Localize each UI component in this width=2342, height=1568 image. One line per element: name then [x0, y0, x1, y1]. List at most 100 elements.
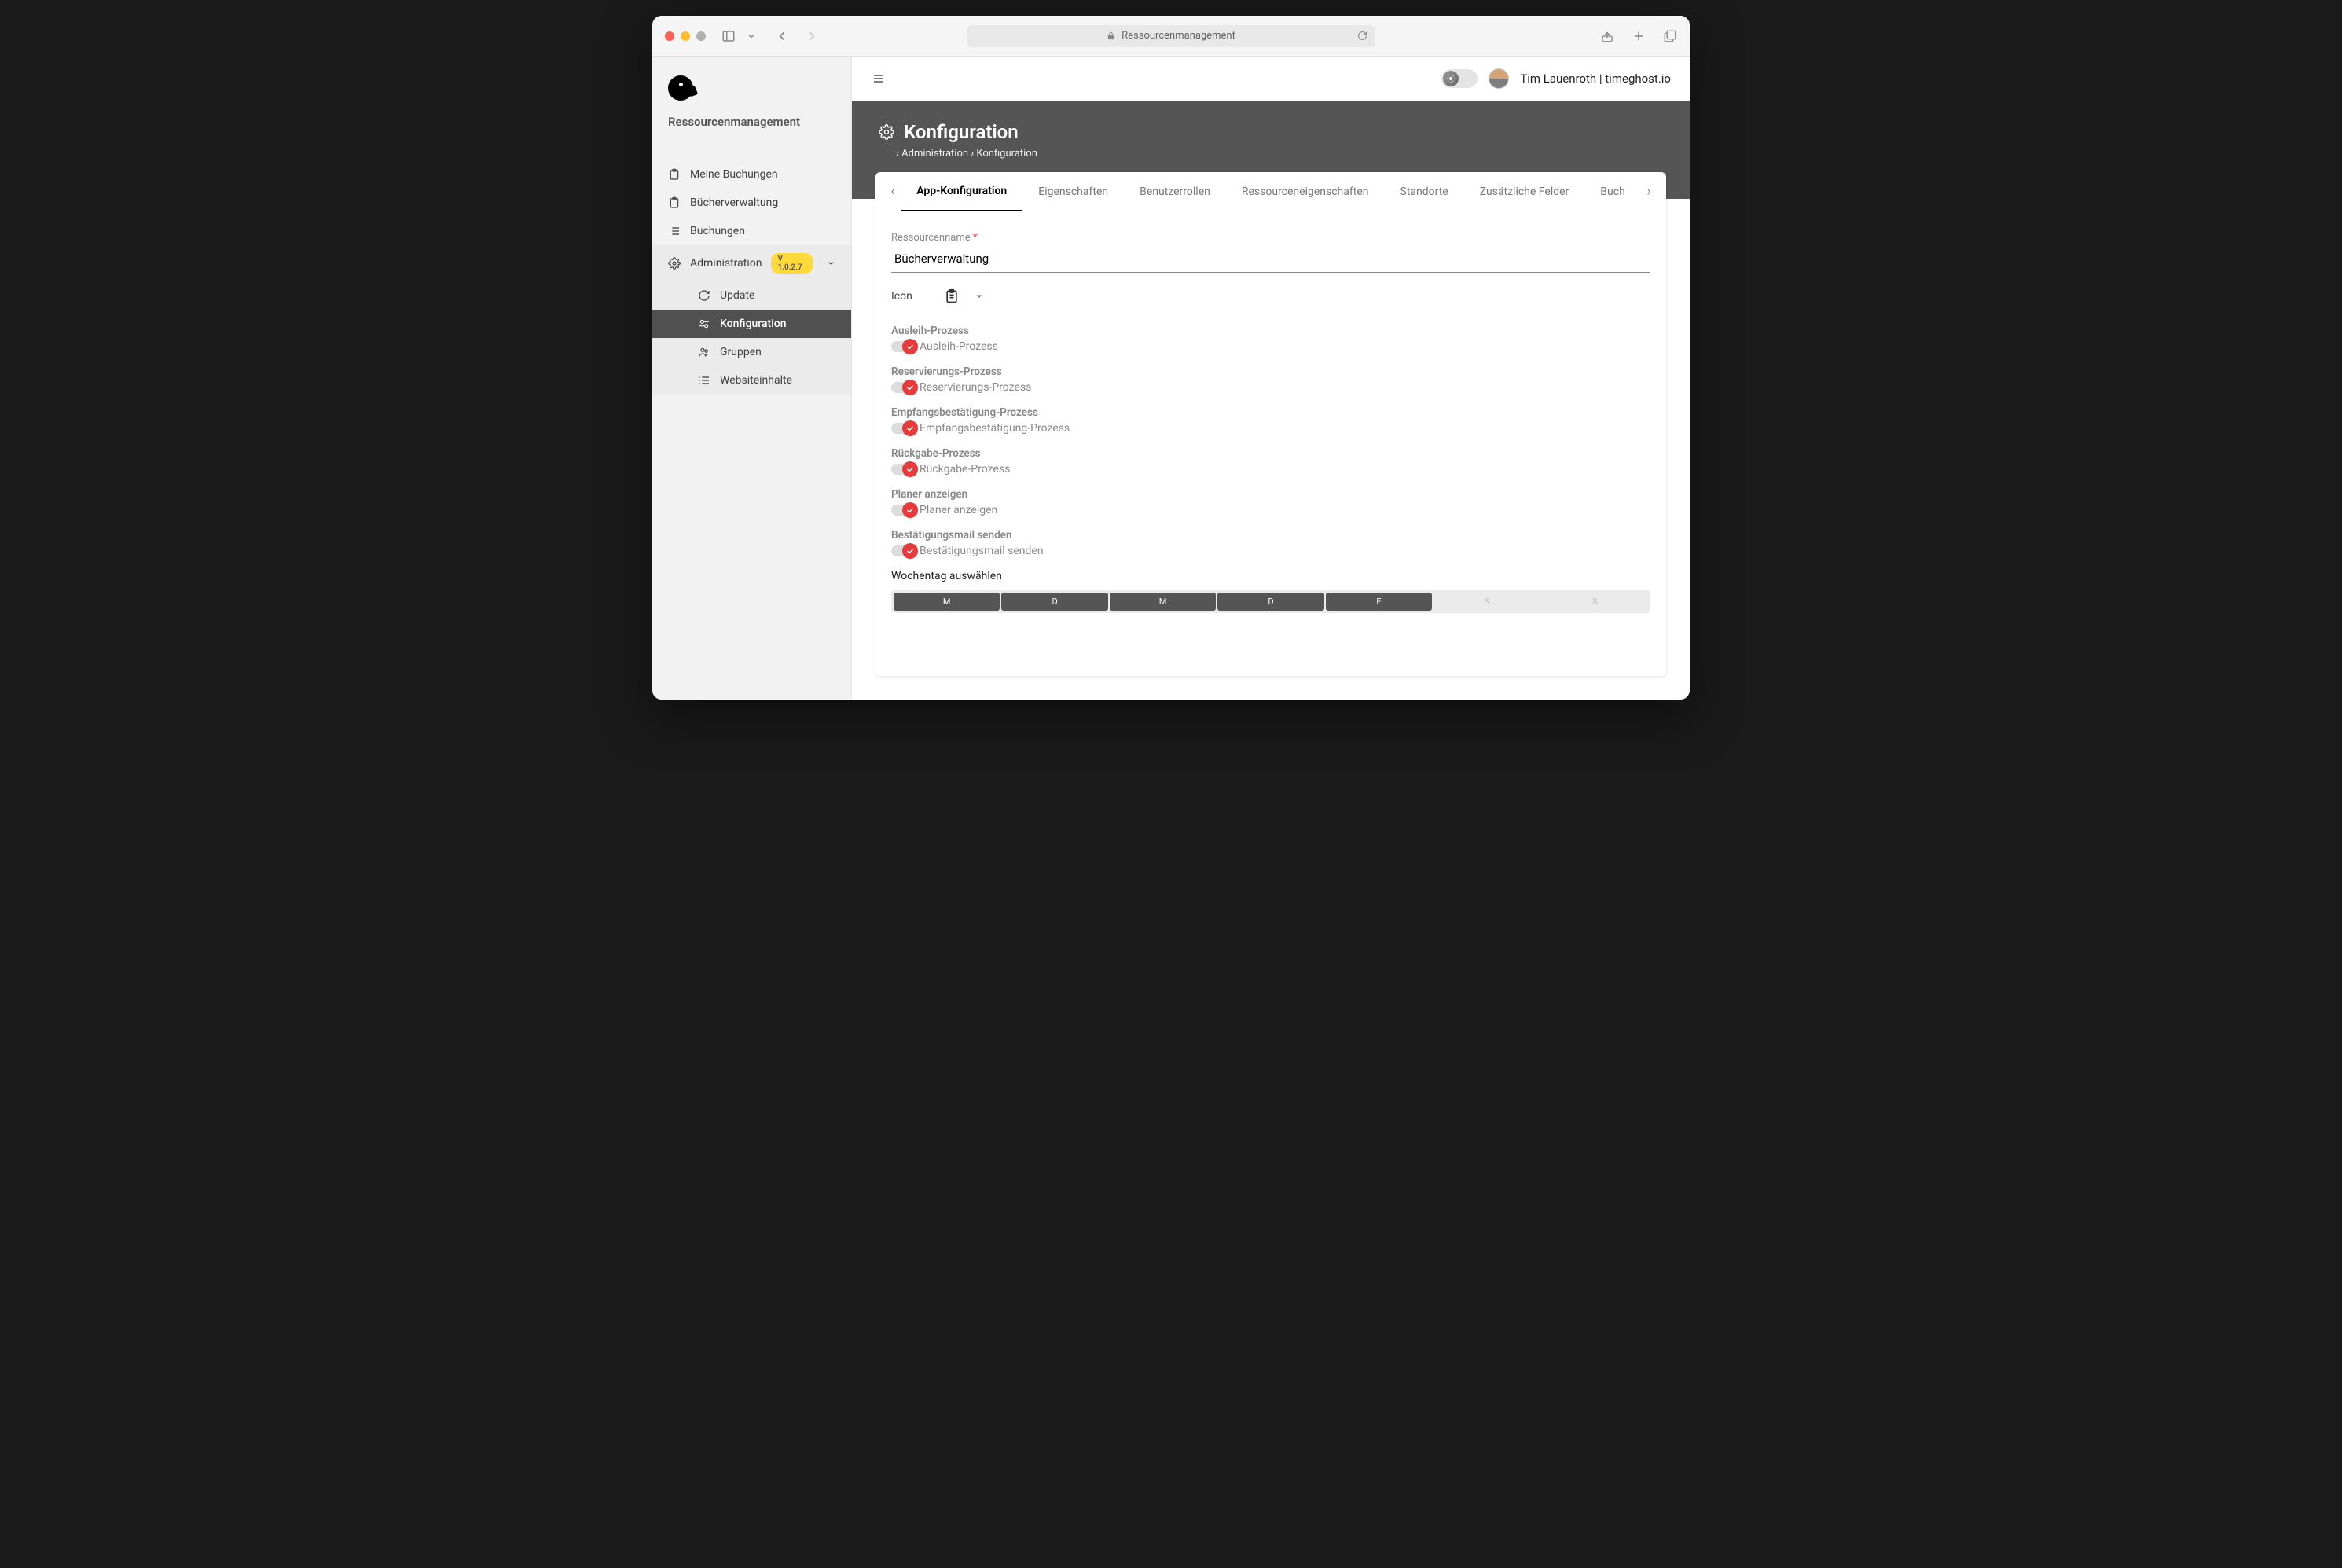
- check-icon: [902, 502, 918, 518]
- tabs-next-button[interactable]: ›: [1641, 183, 1657, 200]
- chevron-down-icon: [827, 259, 835, 268]
- list-icon: [698, 374, 710, 387]
- weekday-label: Wochentag auswählen: [891, 570, 1650, 582]
- sidebar: Ressourcenmanagement Meine Buchungen Büc…: [652, 57, 852, 700]
- app-logo: [668, 75, 693, 101]
- weekday-toggle[interactable]: S: [1542, 593, 1648, 611]
- tab-standorte[interactable]: Standorte: [1385, 173, 1464, 211]
- breadcrumb[interactable]: › Administration › Konfiguration: [896, 148, 1663, 160]
- tabs-icon[interactable]: [1663, 29, 1677, 43]
- sidebar-item-label: Konfiguration: [720, 318, 787, 330]
- sidebar-item-label: Gruppen: [720, 346, 762, 358]
- page-title: Konfiguration: [904, 121, 1019, 143]
- sidebar-header: Ressourcenmanagement: [652, 57, 851, 137]
- check-icon: [902, 339, 918, 354]
- process-toggle-row: Planer anzeigen: [891, 504, 1650, 516]
- sidebar-item-label: Meine Buchungen: [690, 168, 778, 181]
- tabs: ‹ App-Konfiguration Eigenschaften Benutz…: [875, 172, 1666, 211]
- process-toggle[interactable]: [891, 341, 915, 352]
- window-maximize-button[interactable]: [696, 31, 706, 41]
- window-minimize-button[interactable]: [681, 31, 690, 41]
- sidebar-item-label: Administration: [690, 257, 762, 270]
- weekday-toggle[interactable]: M: [894, 593, 1000, 611]
- weekday-toggle[interactable]: D: [1217, 593, 1323, 611]
- clipboard-icon: [668, 196, 681, 209]
- weekday-strip: MDMDFSS: [891, 590, 1650, 613]
- process-toggle[interactable]: [891, 423, 915, 434]
- window-close-button[interactable]: [665, 31, 674, 41]
- process-toggle-row: Reservierungs-Prozess: [891, 381, 1650, 394]
- sidebar-item-update[interactable]: Update: [652, 281, 851, 310]
- process-section-label: Ausleih-Prozess: [891, 325, 1650, 337]
- sidebar-item-konfiguration[interactable]: Konfiguration: [652, 310, 851, 338]
- sidebar-item-label: Websiteinhalte: [720, 374, 792, 387]
- gear-icon: [668, 257, 681, 270]
- forward-button[interactable]: [805, 29, 819, 43]
- config-panel: Ressourcenname * Icon Ausleih-Prozess: [875, 211, 1666, 676]
- process-toggle-label: Rückgabe-Prozess: [920, 463, 1010, 476]
- process-toggle-label: Bestätigungsmail senden: [920, 545, 1044, 557]
- process-toggle-row: Rückgabe-Prozess: [891, 463, 1650, 476]
- menu-icon[interactable]: [871, 72, 887, 85]
- clipboard-icon: [944, 288, 960, 304]
- process-toggle[interactable]: [891, 464, 915, 475]
- process-toggle-row: Ausleih-Prozess: [891, 340, 1650, 353]
- back-button[interactable]: [775, 29, 789, 43]
- lock-icon: [1107, 31, 1115, 40]
- process-toggle[interactable]: [891, 382, 915, 393]
- check-icon: [902, 420, 918, 436]
- dropdown-chevron-icon[interactable]: [747, 29, 756, 43]
- theme-toggle[interactable]: [1441, 69, 1478, 88]
- sidebar-nav: Meine Buchungen Bücherverwaltung Buchung…: [652, 160, 851, 395]
- sidebar-item-gruppen[interactable]: Gruppen: [652, 338, 851, 366]
- wrench-icon: [698, 318, 710, 330]
- process-toggle-row: Empfangsbestätigung-Prozess: [891, 422, 1650, 435]
- sidebar-item-label: Buchungen: [690, 225, 745, 237]
- version-badge: V 1.0.2.7: [771, 253, 813, 274]
- tab-eigenschaften[interactable]: Eigenschaften: [1022, 173, 1124, 211]
- weekday-toggle[interactable]: F: [1326, 593, 1432, 611]
- process-toggle[interactable]: [891, 545, 915, 556]
- new-tab-icon[interactable]: [1632, 29, 1646, 43]
- sidebar-item-administration[interactable]: Administration V 1.0.2.7: [652, 245, 851, 281]
- weekday-toggle[interactable]: S: [1433, 593, 1540, 611]
- tab-ressourceneigenschaften[interactable]: Ressourceneigenschaften: [1226, 173, 1385, 211]
- traffic-lights: [665, 31, 706, 41]
- sidebar-toggle-icon[interactable]: [721, 29, 736, 43]
- process-toggle-label: Reservierungs-Prozess: [920, 381, 1031, 394]
- process-toggle-row: Bestätigungsmail senden: [891, 545, 1650, 557]
- sidebar-item-buecherverwaltung[interactable]: Bücherverwaltung: [652, 189, 851, 217]
- dropdown-chevron-icon: [975, 292, 983, 300]
- icon-select[interactable]: [944, 288, 983, 304]
- process-section-label: Rückgabe-Prozess: [891, 447, 1650, 460]
- icon-label: Icon: [891, 290, 912, 303]
- process-section-label: Reservierungs-Prozess: [891, 365, 1650, 378]
- topbar: Tim Lauenroth | timeghost.io: [852, 57, 1690, 101]
- sidebar-item-meine-buchungen[interactable]: Meine Buchungen: [652, 160, 851, 189]
- sidebar-item-label: Update: [720, 289, 754, 302]
- address-text: Ressourcenmanagement: [1121, 30, 1235, 42]
- sidebar-item-websiteinhalte[interactable]: Websiteinhalte: [652, 366, 851, 395]
- process-toggle[interactable]: [891, 505, 915, 516]
- avatar[interactable]: [1489, 68, 1509, 89]
- address-bar[interactable]: Ressourcenmanagement: [967, 25, 1375, 47]
- process-toggle-label: Planer anzeigen: [920, 504, 997, 516]
- process-toggle-label: Empfangsbestätigung-Prozess: [920, 422, 1070, 435]
- resource-name-input[interactable]: [891, 245, 1650, 273]
- reload-icon[interactable]: [1357, 31, 1367, 41]
- app-window: Ressourcenmanagement Ressourcenmanagemen…: [652, 16, 1690, 700]
- process-section-label: Bestätigungsmail senden: [891, 529, 1650, 542]
- tab-buch[interactable]: Buch: [1584, 173, 1640, 211]
- share-icon[interactable]: [1600, 29, 1614, 43]
- tab-app-konfiguration[interactable]: App-Konfiguration: [901, 172, 1022, 211]
- clipboard-icon: [668, 168, 681, 181]
- weekday-toggle[interactable]: D: [1001, 593, 1107, 611]
- titlebar: Ressourcenmanagement: [652, 16, 1690, 57]
- tabs-prev-button[interactable]: ‹: [885, 183, 901, 200]
- process-section-label: Empfangsbestätigung-Prozess: [891, 406, 1650, 419]
- weekday-toggle[interactable]: M: [1110, 593, 1216, 611]
- tab-zusaetzliche-felder[interactable]: Zusätzliche Felder: [1464, 173, 1585, 211]
- sidebar-item-buchungen[interactable]: Buchungen: [652, 217, 851, 245]
- process-section-label: Planer anzeigen: [891, 488, 1650, 501]
- tab-benutzerrollen[interactable]: Benutzerrollen: [1124, 173, 1226, 211]
